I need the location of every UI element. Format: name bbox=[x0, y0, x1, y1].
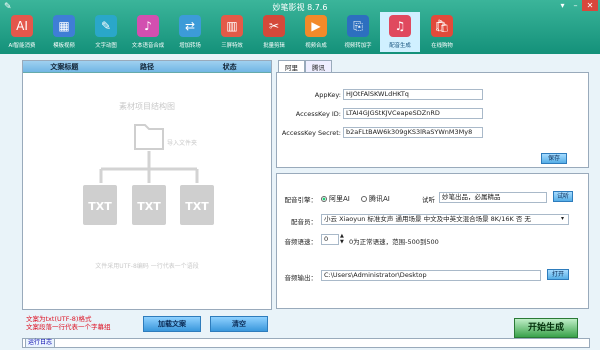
minimize-button[interactable]: – bbox=[569, 0, 582, 11]
ai-icon: AI bbox=[11, 15, 33, 37]
toolbar-item-tts[interactable]: ♪ 文本语音合成 bbox=[128, 12, 168, 52]
note-line: 文案为txt(UTF-8)格式 bbox=[26, 315, 92, 323]
transition-icon: ⇄ bbox=[179, 15, 201, 37]
log-panel: 运行日志 bbox=[22, 338, 590, 348]
column-title[interactable]: 文案标题 bbox=[23, 61, 106, 72]
toolbar-item-voice[interactable]: ♫ 配音生成 bbox=[380, 12, 420, 52]
chevron-down-icon[interactable]: ▾ bbox=[561, 215, 564, 222]
toolbar-item-label: 批量剪辑 bbox=[263, 42, 285, 49]
voice-actor-label: 配音员： bbox=[291, 218, 317, 226]
toolbar-item-clip[interactable]: ✂ 批量剪辑 bbox=[254, 12, 294, 52]
appkey-input[interactable]: HJOtFAlSKWLdHKTq bbox=[343, 89, 483, 100]
speed-label: 音频语速： bbox=[284, 238, 318, 246]
toolbar-item-label: 视频合成 bbox=[305, 42, 327, 49]
voice-actor-select[interactable]: 小云 Xiaoyun 标准女声 通用场景 中文及中英文混合场景 8K/16K 否… bbox=[321, 214, 569, 225]
encoding-hint: 文件采用UTF-8编码 一行代表一个语段 bbox=[95, 263, 199, 270]
toolbar-item-subtitle[interactable]: ⎘ 视频转加字 bbox=[338, 12, 378, 52]
voice-icon: ♫ bbox=[389, 15, 411, 37]
toolbar-item-triscreen[interactable]: ▥ 三屏特效 bbox=[212, 12, 252, 52]
title-bar: ✎ 妙笔影视 8.7.6 ▾ – ✕ AI AI智能消费 ▦ 模板视频 ✎ 文字动图 ♪ 文本… bbox=[0, 0, 600, 54]
document-list-panel[interactable]: 文案标题 路径 状态 素材项目结构图 TXT TXT TXT 导入文件夹 文件采… bbox=[22, 60, 272, 310]
close-button[interactable]: ✕ bbox=[582, 0, 598, 11]
toolbar-item-template[interactable]: ▦ 模板视频 bbox=[44, 12, 84, 52]
toolbar-item-ai[interactable]: AI AI智能消费 bbox=[2, 12, 42, 52]
ali-credentials-panel: AppKey: HJOtFAlSKWLdHKTq AccessKey ID: L… bbox=[276, 72, 589, 168]
trial-button[interactable]: 试听 bbox=[553, 191, 573, 202]
tree-lines bbox=[99, 151, 199, 183]
accesskey-secret-input[interactable]: b2aFLtBAW6k309gKS3lRaSYWnM3My8 bbox=[343, 127, 483, 138]
clip-icon: ✂ bbox=[263, 15, 285, 37]
note-line: 文案段落一行代表一个字幕组 bbox=[26, 323, 111, 331]
format-notes: 文案为txt(UTF-8)格式 文案段落一行代表一个字幕组 bbox=[26, 315, 111, 331]
toolbar-item-label: 增加转场 bbox=[179, 42, 201, 49]
tts-icon: ♪ bbox=[137, 15, 159, 37]
txt-label-2: TXT bbox=[137, 200, 161, 213]
column-status[interactable]: 状态 bbox=[188, 61, 271, 72]
clear-button[interactable]: 清空 bbox=[210, 316, 268, 332]
import-folder-hint: 导入文件夹 bbox=[166, 140, 197, 147]
accesskey-secret-label: AccessKey Secret: bbox=[281, 129, 341, 137]
toolbar-item-label: 在线购物 bbox=[431, 42, 453, 49]
subtitle-icon: ⎘ bbox=[347, 15, 369, 37]
txt-label-1: TXT bbox=[88, 200, 112, 213]
merge-icon: ▶ bbox=[305, 15, 327, 37]
engine-option-tencent[interactable]: 腾讯AI bbox=[361, 194, 390, 204]
toolbar-item-label: 配音生成 bbox=[389, 42, 411, 49]
txt-file-icon: TXT bbox=[83, 185, 117, 225]
engine-label: 配音引擎： bbox=[284, 196, 318, 204]
template-icon: ▦ bbox=[53, 15, 75, 37]
structure-hint-title: 素材项目结构图 bbox=[119, 102, 175, 111]
output-label: 音频输出： bbox=[284, 274, 318, 282]
radio-selected-icon[interactable] bbox=[321, 196, 327, 202]
trial-label: 试听 bbox=[422, 196, 435, 204]
radio-icon[interactable] bbox=[361, 196, 367, 202]
save-button[interactable]: 保存 bbox=[541, 153, 567, 164]
toolbar-item-label: 文字动图 bbox=[95, 42, 117, 49]
triscreen-icon: ▥ bbox=[221, 15, 243, 37]
output-path-input[interactable]: C:\Users\Administrator\Desktop bbox=[321, 270, 541, 281]
engine-option-label: 腾讯AI bbox=[369, 195, 390, 203]
toolbar-item-text-anim[interactable]: ✎ 文字动图 bbox=[86, 12, 126, 52]
voice-settings-panel: 配音引擎： 阿里AI 腾讯AI 试听 妙笔出品，必属精品 试听 配音员： 小云 … bbox=[276, 173, 589, 309]
document-table-header: 文案标题 路径 状态 bbox=[23, 61, 271, 73]
engine-option-ali[interactable]: 阿里AI bbox=[321, 194, 350, 204]
toolbar-item-shop[interactable]: 🛍 在线购物 bbox=[422, 12, 462, 52]
text-anim-icon: ✎ bbox=[95, 15, 117, 37]
txt-file-icon: TXT bbox=[180, 185, 214, 225]
toolbar-item-merge[interactable]: ▶ 视频合成 bbox=[296, 12, 336, 52]
start-generate-button[interactable]: 开始生成 bbox=[514, 318, 578, 338]
spinner-arrows-icon[interactable]: ▲ ▼ bbox=[340, 233, 344, 245]
speed-note: 0为正常语速，范围-500到500 bbox=[349, 238, 439, 246]
log-tab[interactable]: 运行日志 bbox=[25, 338, 56, 348]
engine-option-label: 阿里AI bbox=[329, 195, 350, 203]
toolbar: AI AI智能消费 ▦ 模板视频 ✎ 文字动图 ♪ 文本语音合成 ⇄ 增加转场 ▥ 三屏特效 ✂ 批量剪辑… bbox=[2, 12, 464, 52]
toolbar-item-transition[interactable]: ⇄ 增加转场 bbox=[170, 12, 210, 52]
toolbar-item-label: 文本语音合成 bbox=[131, 42, 165, 49]
load-document-button[interactable]: 加载文案 bbox=[143, 316, 201, 332]
txt-file-icon: TXT bbox=[132, 185, 166, 225]
column-path[interactable]: 路径 bbox=[106, 61, 189, 72]
accesskey-id-input[interactable]: LTAI4GJGStKJVCeapeSDZnRD bbox=[343, 108, 483, 119]
toolbar-item-label: 三屏特效 bbox=[221, 42, 243, 49]
toolbar-item-label: 模板视频 bbox=[53, 42, 75, 49]
txt-label-3: TXT bbox=[185, 200, 209, 213]
toolbar-item-label: AI智能消费 bbox=[8, 42, 36, 49]
trial-text-input[interactable]: 妙笔出品，必属精品 bbox=[439, 192, 547, 203]
shop-icon: 🛍 bbox=[431, 15, 453, 37]
accesskey-id-label: AccessKey ID: bbox=[295, 110, 341, 118]
window-controls: ▾ – ✕ bbox=[556, 0, 598, 11]
skin-icon[interactable]: ▾ bbox=[556, 0, 569, 11]
toolbar-item-label: 视频转加字 bbox=[344, 42, 372, 49]
appkey-label: AppKey: bbox=[314, 91, 341, 99]
browse-button[interactable]: 打开 bbox=[547, 269, 569, 280]
speed-input[interactable]: 0 bbox=[321, 234, 339, 245]
